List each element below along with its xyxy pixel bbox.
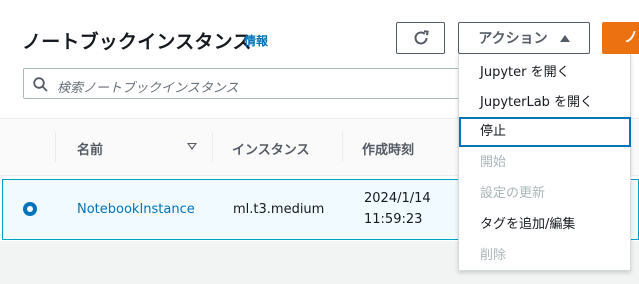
column-divider — [55, 132, 56, 162]
menu-item-open-jupyterlab[interactable]: JupyterLab を開く — [459, 88, 632, 118]
column-header-instance[interactable]: インスタンス — [232, 139, 309, 158]
notebook-name-link[interactable]: NotebookInstance — [77, 202, 195, 217]
create-notebook-instance-button[interactable]: ノ — [602, 22, 639, 54]
menu-item-stop[interactable]: 停止 — [459, 117, 631, 147]
refresh-button[interactable] — [396, 22, 445, 54]
sort-descending-icon[interactable] — [187, 143, 197, 150]
menu-item-edit-tags[interactable]: タグを追加/編集 — [459, 210, 632, 240]
page-title: ノートブックインスタンス — [22, 31, 252, 53]
search-placeholder: 検索ノートブックインスタンス — [57, 81, 239, 96]
search-icon — [33, 77, 48, 92]
menu-item-start: 開始 — [480, 155, 507, 170]
refresh-icon — [414, 30, 429, 45]
menu-item-update-settings: 設定の更新 — [480, 186, 546, 201]
menu-item-open-jupyter[interactable]: Jupyter を開く — [459, 58, 632, 88]
instance-type: ml.t3.medium — [233, 202, 325, 217]
column-divider — [342, 132, 343, 162]
actions-button-label: アクション — [478, 31, 548, 47]
info-link[interactable]: 情報 — [244, 32, 268, 49]
search-input[interactable]: 検索ノートブックインスタンス — [23, 68, 463, 99]
menu-item-delete: 削除 — [480, 248, 507, 263]
column-header-name[interactable]: 名前 — [77, 139, 103, 158]
created-time: 11:59:23 — [364, 212, 423, 227]
row-select-radio[interactable] — [23, 202, 37, 216]
caret-up-icon — [559, 34, 570, 42]
column-divider — [212, 132, 213, 162]
column-header-created[interactable]: 作成時刻 — [362, 139, 414, 158]
created-date: 2024/1/14 — [364, 191, 431, 206]
actions-button[interactable]: アクション — [458, 22, 590, 54]
actions-dropdown-menu: Jupyter を開く JupyterLab を開く 停止 開始 設定の更新 タ… — [458, 54, 631, 271]
